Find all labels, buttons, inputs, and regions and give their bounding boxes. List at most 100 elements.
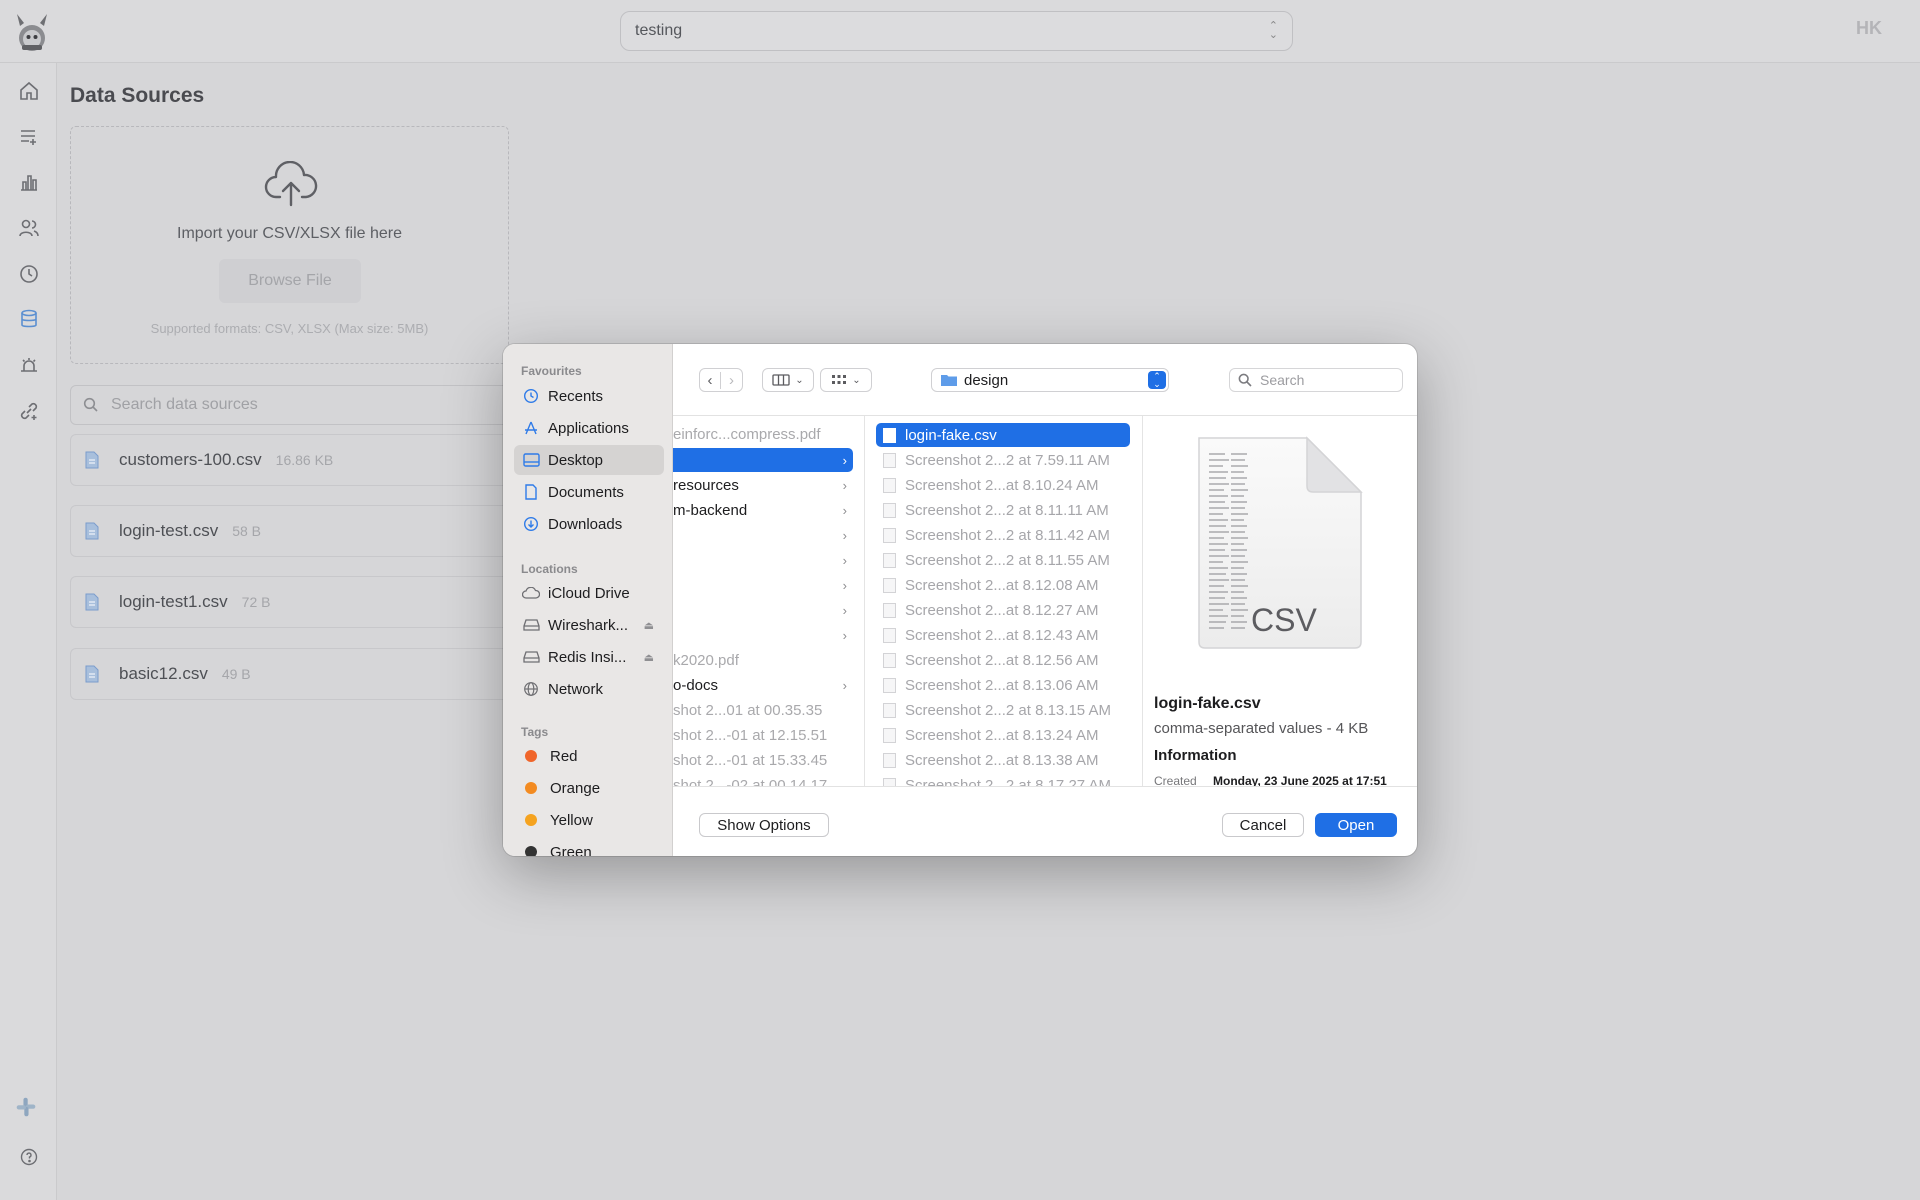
eject-icon[interactable]: ⏏: [644, 651, 654, 664]
list-item[interactable]: m-backend ›: [673, 498, 853, 522]
list-item[interactable]: Screenshot 2...at 8.12.08 AM: [876, 573, 1130, 597]
bar-chart-icon[interactable]: [18, 171, 40, 193]
sidebar-item-network[interactable]: Network: [514, 674, 664, 704]
link-plus-icon[interactable]: [18, 400, 40, 422]
file-icon: [85, 522, 99, 540]
tags-header: Tags: [521, 725, 549, 739]
clock-icon: [522, 387, 540, 405]
bug-icon[interactable]: [18, 354, 40, 376]
list-item[interactable]: shot 2...-02 at 00.14.17: [673, 773, 853, 787]
sidebar-item-downloads[interactable]: Downloads: [514, 509, 664, 539]
slack-icon[interactable]: [15, 1096, 41, 1122]
open-button[interactable]: Open: [1315, 813, 1397, 837]
data-source-size: 72 B: [241, 594, 271, 610]
eject-icon[interactable]: ⏏: [644, 619, 654, 632]
file-preview-pane: CSV login-fake.csv comma-separated value…: [1143, 416, 1417, 786]
list-item[interactable]: Screenshot 2...at 8.12.27 AM: [876, 598, 1130, 622]
back-button[interactable]: ‹: [700, 371, 722, 389]
list-item[interactable]: resources ›: [673, 473, 853, 497]
list-item[interactable]: ›: [673, 523, 853, 547]
data-source-item[interactable]: login-test.csv 58 B: [70, 505, 510, 557]
list-item[interactable]: Screenshot 2...at 8.13.06 AM: [876, 673, 1130, 697]
home-icon[interactable]: [18, 80, 40, 102]
sidebar-tag-yellow[interactable]: Yellow: [514, 805, 664, 835]
sidebar-tag-orange[interactable]: Orange: [514, 773, 664, 803]
data-source-item[interactable]: basic12.csv 49 B: [70, 648, 510, 700]
list-item[interactable]: ›: [673, 548, 853, 572]
dialog-search-field[interactable]: Search: [1229, 368, 1403, 392]
view-mode-button[interactable]: ⌄: [762, 368, 814, 392]
data-source-search[interactable]: Search data sources: [70, 385, 510, 425]
list-item[interactable]: k2020.pdf: [673, 648, 853, 672]
file-dropzone[interactable]: Import your CSV/XLSX file here Browse Fi…: [70, 126, 509, 364]
cancel-button[interactable]: Cancel: [1222, 813, 1304, 837]
list-item[interactable]: Screenshot 2...2 at 8.11.42 AM: [876, 523, 1130, 547]
image-thumbnail-icon: [883, 577, 896, 593]
list-item[interactable]: Screenshot 2...2 at 8.11.11 AM: [876, 498, 1130, 522]
sidebar-item-wireshark[interactable]: Wireshark... ⏏: [514, 610, 664, 640]
list-item-selected-file[interactable]: login-fake.csv: [876, 423, 1130, 447]
list-item[interactable]: o-docs ›: [673, 673, 853, 697]
group-by-button[interactable]: ⌄: [820, 368, 872, 392]
preview-created-label: Created: [1154, 774, 1197, 786]
image-thumbnail-icon: [883, 652, 896, 668]
list-item[interactable]: ›: [673, 598, 853, 622]
list-item[interactable]: Screenshot 2...at 8.13.24 AM: [876, 723, 1130, 747]
sidebar-item-recents[interactable]: Recents: [514, 381, 664, 411]
sidebar-item-redis-insight[interactable]: Redis Insi... ⏏: [514, 642, 664, 672]
user-avatar[interactable]: HK: [1856, 18, 1882, 39]
list-item[interactable]: Screenshot 2...2 at 7.59.11 AM: [876, 448, 1130, 472]
list-item[interactable]: Screenshot 2...at 8.13.38 AM: [876, 748, 1130, 772]
dialog-footer: Show Options Cancel Open: [673, 786, 1417, 856]
list-item[interactable]: Screenshot 2...at 8.12.56 AM: [876, 648, 1130, 672]
data-source-item[interactable]: login-test1.csv 72 B: [70, 576, 510, 628]
list-item[interactable]: shot 2...-01 at 15.33.45: [673, 748, 853, 772]
image-thumbnail-icon: [883, 677, 896, 693]
list-item[interactable]: Screenshot 2...at 8.12.43 AM: [876, 623, 1130, 647]
sidebar-tag-green[interactable]: Green: [514, 837, 664, 856]
list-item[interactable]: ›: [673, 623, 853, 647]
list-item[interactable]: shot 2...-01 at 12.15.51: [673, 723, 853, 747]
locations-header: Locations: [521, 562, 578, 576]
browse-file-button[interactable]: Browse File: [219, 259, 361, 303]
browser-column-design[interactable]: login-fake.csv Screenshot 2...2 at 7.59.…: [865, 416, 1143, 786]
csv-icon-label: CSV: [1251, 602, 1317, 638]
list-item-selected-folder[interactable]: ›: [673, 448, 853, 472]
sidebar-tag-red[interactable]: Red: [514, 741, 664, 771]
globe-icon: [522, 680, 540, 698]
sidebar-item-applications[interactable]: Applications: [514, 413, 664, 443]
list-item[interactable]: Screenshot 2...at 8.10.24 AM: [876, 473, 1130, 497]
app-logo-icon[interactable]: [14, 12, 50, 52]
sidebar-item-icloud[interactable]: iCloud Drive: [514, 578, 664, 608]
clock-icon[interactable]: [18, 263, 40, 285]
list-item[interactable]: shot 2...01 at 00.35.35: [673, 698, 853, 722]
file-icon: [883, 427, 896, 443]
item-label: Screenshot 2...at 8.13.06 AM: [905, 676, 1099, 694]
dialog-search-placeholder: Search: [1260, 372, 1305, 388]
item-label: Screenshot 2...2 at 8.11.55 AM: [905, 551, 1110, 569]
list-item[interactable]: einforc...compress.pdf: [673, 422, 853, 446]
list-item[interactable]: ›: [673, 573, 853, 597]
list-add-icon[interactable]: [18, 126, 40, 148]
sidebar-item-desktop[interactable]: Desktop: [514, 445, 664, 475]
chevron-right-icon: ›: [842, 477, 847, 493]
item-label: k2020.pdf: [673, 651, 739, 669]
browser-column-parent[interactable]: einforc...compress.pdf › resources › m-ba…: [673, 416, 865, 786]
chevron-right-icon: ›: [842, 627, 847, 643]
chevron-right-icon: ›: [842, 452, 847, 468]
show-options-button[interactable]: Show Options: [699, 813, 829, 837]
folder-popup[interactable]: design ⌃ ⌄: [931, 368, 1169, 392]
list-item[interactable]: Screenshot 2...2 at 8.11.55 AM: [876, 548, 1130, 572]
page-title: Data Sources: [70, 84, 205, 107]
sidebar-item-label: iCloud Drive: [548, 584, 630, 602]
help-icon[interactable]: [18, 1146, 40, 1168]
item-label: shot 2...01 at 00.35.35: [673, 701, 823, 719]
workspace-select[interactable]: testing ⌃ ⌄: [620, 11, 1293, 51]
list-item[interactable]: Screenshot 2...2 at 8.13.15 AM: [876, 698, 1130, 722]
sidebar-item-documents[interactable]: Documents: [514, 477, 664, 507]
database-icon[interactable]: [18, 308, 40, 330]
data-source-item[interactable]: customers-100.csv 16.86 KB: [70, 434, 510, 486]
users-icon[interactable]: [18, 217, 40, 239]
list-item[interactable]: Screenshot 2...2 at 8.17.27 AM: [876, 773, 1130, 786]
forward-button[interactable]: ›: [721, 372, 742, 389]
